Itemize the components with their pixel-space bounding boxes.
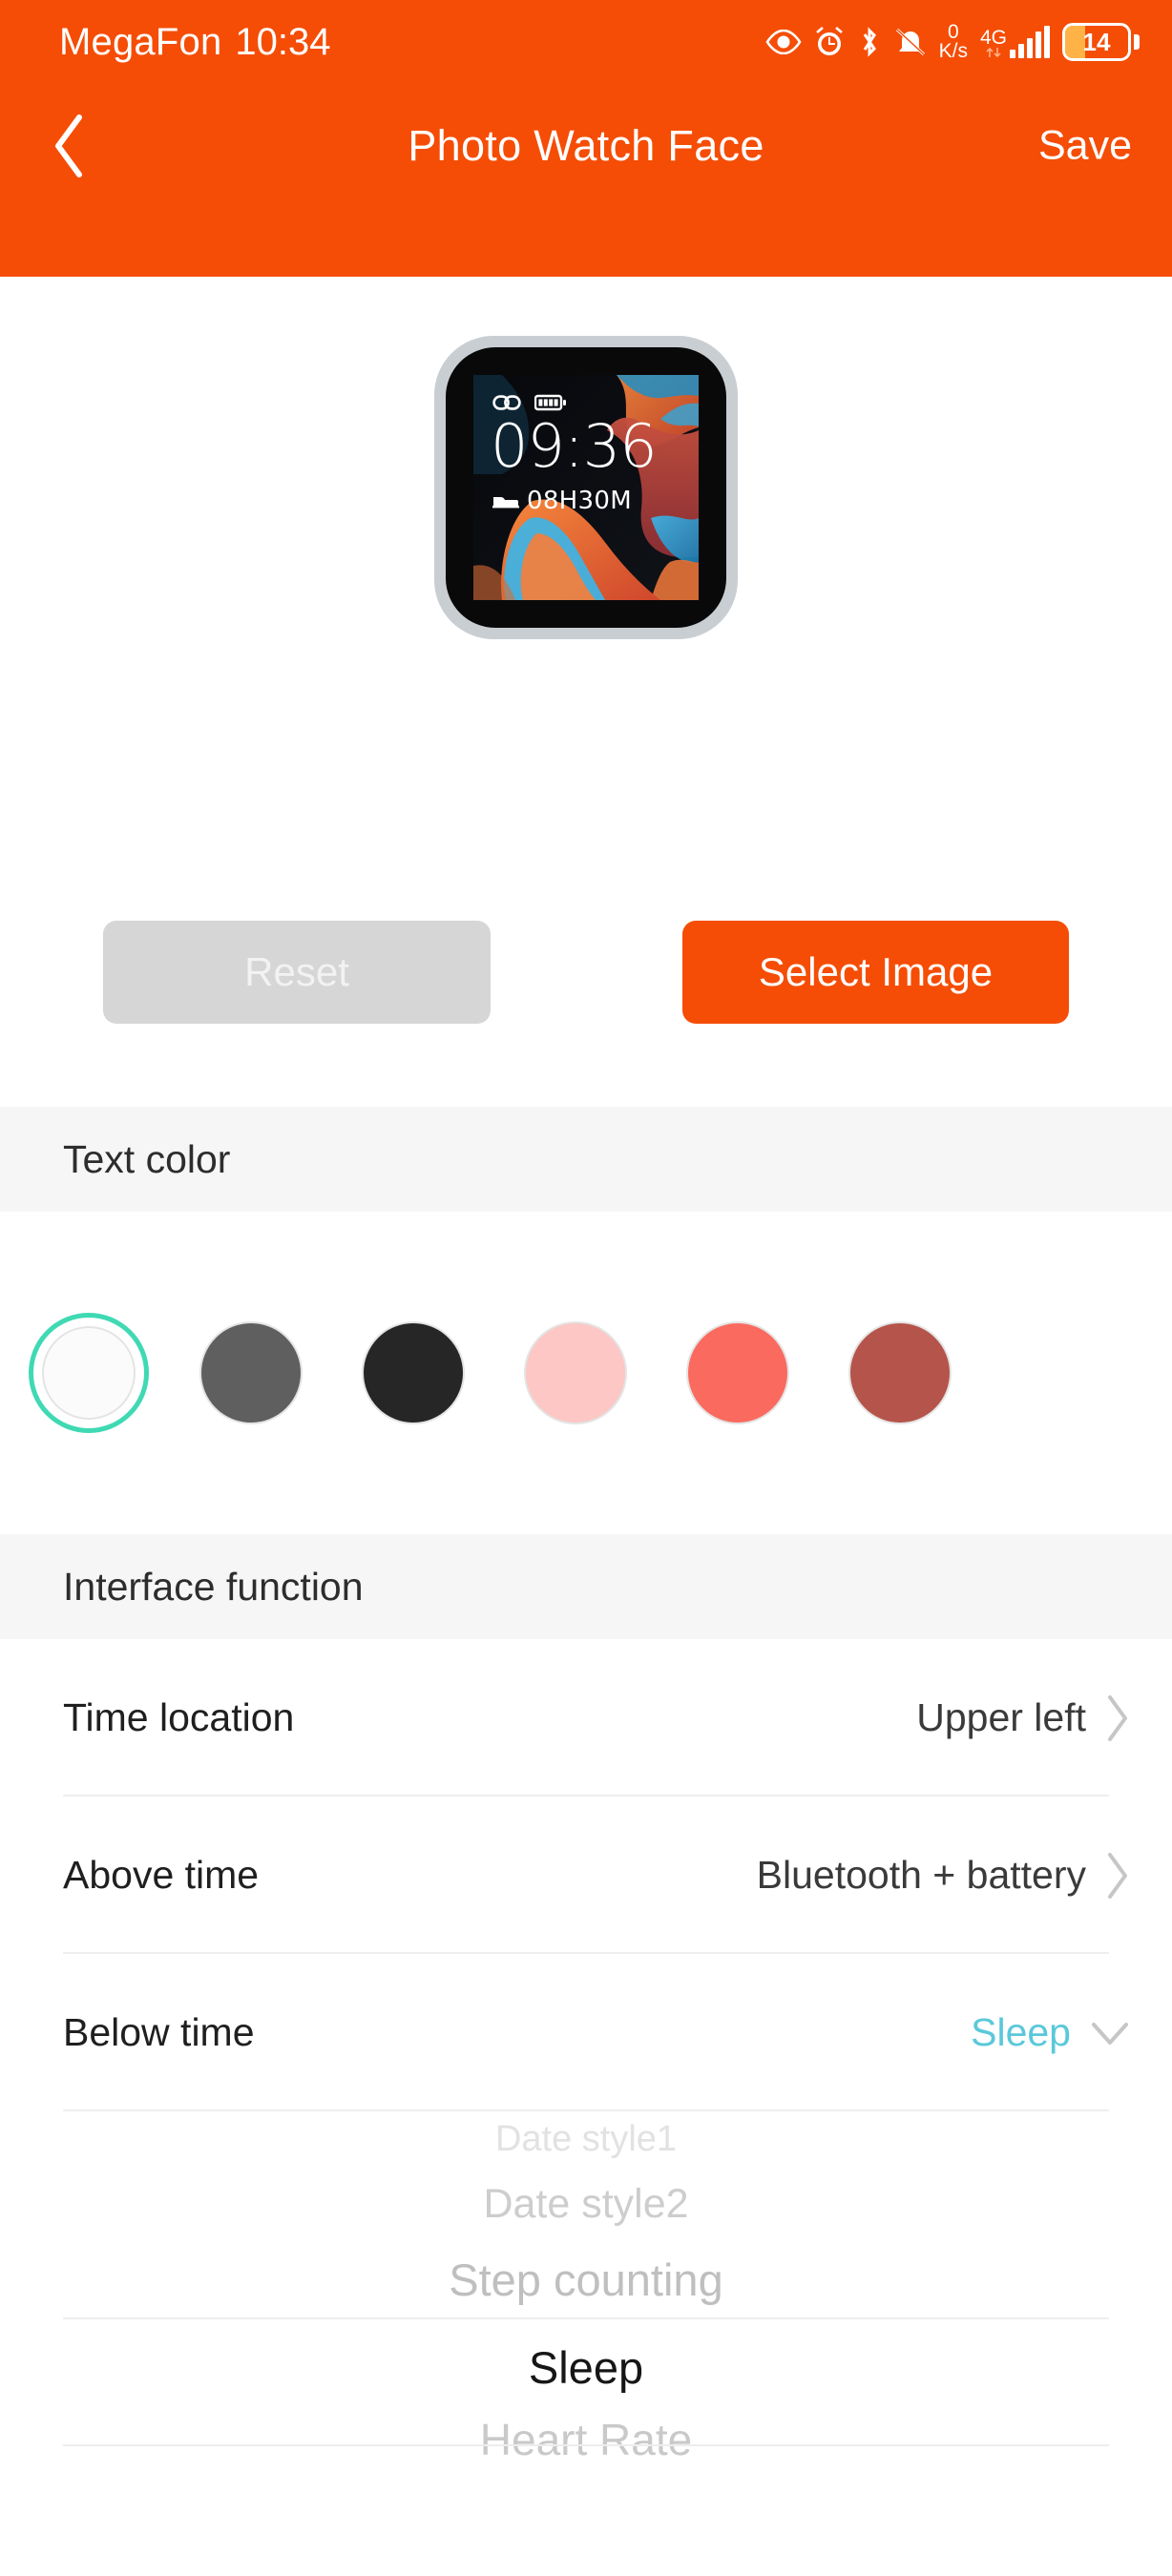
bed-icon [492, 496, 519, 509]
signal-strength-bars [1010, 26, 1050, 58]
chevron-left-icon [55, 114, 82, 177]
eye-icon [765, 30, 802, 54]
color-swatch-dot [42, 1326, 136, 1420]
alarm-icon [814, 26, 845, 58]
bluetooth-icon [857, 26, 882, 58]
color-swatch-gray[interactable] [191, 1313, 311, 1433]
text-color-swatch-row[interactable] [0, 1212, 1172, 1534]
color-swatch-black[interactable] [353, 1313, 473, 1433]
photo-watch-face-screen: MegaFon 10:34 0 K/s 4G 14 Photo Watch Fa… [0, 0, 1172, 2576]
signal-bars-icon: 4G [980, 26, 1050, 58]
setting-row-label: Time location [63, 1695, 295, 1739]
setting-row-time-location[interactable]: Time location Upper left [0, 1639, 1172, 1797]
setting-row-label: Below time [63, 2010, 255, 2054]
reset-button[interactable]: Reset [103, 921, 491, 1024]
status-bar-right: 0 K/s 4G 14 [765, 21, 1140, 62]
bell-muted-icon [894, 27, 927, 57]
setting-row-right: Bluetooth + battery [757, 1851, 1132, 1901]
back-button[interactable] [29, 105, 111, 187]
chevron-right-icon [1108, 1852, 1127, 1899]
battery-icon [534, 394, 566, 411]
picker-selection-line-top [63, 2317, 1109, 2319]
carrier-label: MegaFon [59, 20, 222, 63]
color-swatch-light-pink[interactable] [515, 1313, 636, 1433]
top-bar: MegaFon 10:34 0 K/s 4G 14 Photo Watch Fa… [0, 0, 1172, 277]
picker-selection-line-bottom [63, 2444, 1109, 2446]
watch-sleep-value: 08H30M [527, 487, 632, 515]
color-swatch-dot [686, 1321, 789, 1424]
picker-option[interactable]: Step counting [0, 2241, 1172, 2317]
picker-option-list: Date style1 Date style2 Step counting Sleep… [0, 2111, 1172, 2512]
text-color-section-header: Text color [0, 1107, 1172, 1212]
chevron-right-icon [1108, 1694, 1127, 1741]
status-bar-left: MegaFon 10:34 [59, 21, 331, 64]
navigation-bar: Photo Watch Face Save [0, 84, 1172, 208]
save-button[interactable]: Save [1038, 123, 1132, 170]
watch-preview-area: 09:36 08H30M [0, 277, 1172, 887]
color-swatch-dot [848, 1321, 952, 1424]
below-time-picker[interactable]: Date style1 Date style2 Step counting Sleep… [0, 2111, 1172, 2512]
interface-function-rows: Time location Upper left Above time Bluetoo… [0, 1639, 1172, 2512]
network-generation-label: 4G [979, 26, 1007, 49]
setting-row-value: Upper left [916, 1695, 1086, 1739]
setting-row-value: Bluetooth + battery [756, 1853, 1086, 1897]
watch-time: 09:36 [491, 411, 658, 481]
color-swatch-brick-red[interactable] [840, 1313, 960, 1433]
color-swatch-dot [524, 1321, 627, 1424]
watch-sleep-complication: 08H30M [492, 487, 632, 515]
setting-row-right: Sleep [971, 2010, 1132, 2055]
interface-function-section-header: Interface function [0, 1534, 1172, 1639]
color-swatch-dot [199, 1321, 303, 1424]
color-swatch-coral[interactable] [678, 1313, 798, 1433]
picker-option-selected[interactable]: Sleep [0, 2317, 1172, 2418]
status-bar-clock: 10:34 [235, 20, 331, 63]
picker-option[interactable]: Heart Rate [0, 2418, 1172, 2512]
action-buttons: Reset Select Image [0, 921, 1172, 1035]
color-swatch-white[interactable] [29, 1313, 149, 1433]
network-speed-icon: 0 K/s [938, 21, 968, 62]
status-bar: MegaFon 10:34 0 K/s 4G 14 [0, 0, 1172, 84]
watch-status-icons [492, 394, 567, 411]
select-image-button[interactable]: Select Image [682, 921, 1069, 1024]
network-generation: 4G [979, 26, 1007, 58]
picker-option[interactable]: Date style1 [0, 2111, 1172, 2167]
setting-row-above-time[interactable]: Above time Bluetooth + battery [0, 1797, 1172, 1954]
network-speed-unit: K/s [938, 40, 968, 62]
watch-bezel: 09:36 08H30M [446, 347, 726, 628]
chevron-down-icon [1092, 2022, 1128, 2045]
setting-row-right: Upper left [916, 1693, 1132, 1743]
setting-row-value: Sleep [971, 2010, 1071, 2054]
watch-device-frame: 09:36 08H30M [434, 336, 738, 639]
data-arrows-icon [986, 47, 1001, 58]
page-title: Photo Watch Face [408, 121, 764, 170]
network-speed-value: 0 [947, 21, 959, 44]
setting-row-label: Above time [63, 1853, 260, 1897]
battery-level-label: 14 [1082, 27, 1111, 56]
battery-icon: 14 [1062, 23, 1140, 61]
color-swatch-dot [362, 1321, 465, 1424]
bluetooth-link-icon [492, 395, 521, 410]
watch-screen[interactable]: 09:36 08H30M [473, 375, 699, 600]
picker-option[interactable]: Date style2 [0, 2167, 1172, 2241]
setting-row-below-time[interactable]: Below time Sleep [0, 1954, 1172, 2111]
